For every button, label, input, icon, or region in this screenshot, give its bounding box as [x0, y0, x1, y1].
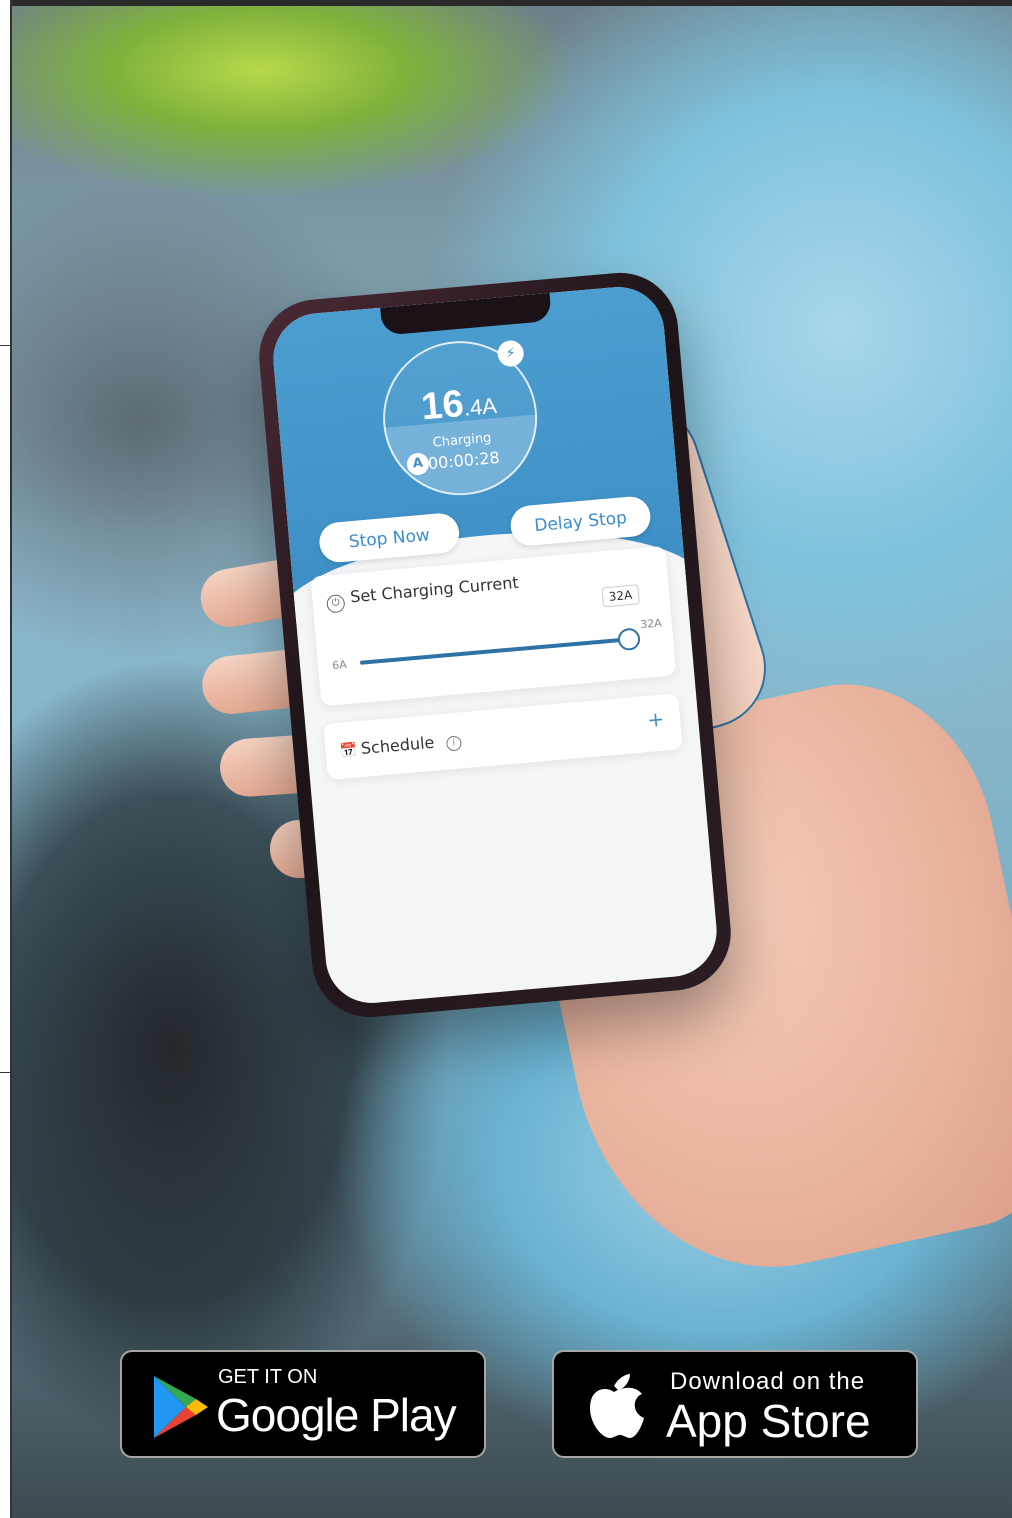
- charging-current-title-text: Set Charging Current: [349, 572, 520, 607]
- slider-max-label: 32A: [639, 616, 663, 632]
- frame-tick-lower: [0, 1072, 12, 1073]
- schedule-title: 📅 Schedule i: [339, 730, 463, 761]
- google-play-badge[interactable]: GET IT ON Google Play: [120, 1350, 486, 1458]
- google-play-pre: GET IT ON: [218, 1366, 318, 1388]
- slider-min-label: 6A: [331, 658, 348, 673]
- charging-gauge: ⚡ 16.4A Charging 00:00:28 A: [376, 334, 544, 502]
- google-play-main: Google Play: [216, 1389, 457, 1441]
- power-icon: ⏻: [326, 593, 346, 614]
- app-store-main: App Store: [666, 1395, 871, 1447]
- calendar-clock-icon: 📅: [339, 742, 358, 760]
- frame-left-border: [0, 0, 12, 1518]
- schedule-title-text: Schedule: [360, 732, 436, 759]
- plus-icon[interactable]: +: [646, 707, 665, 732]
- phone: ⚡ 16.4A Charging 00:00:28 A Stop Now Del…: [254, 268, 736, 1022]
- schedule-card[interactable]: 📅 Schedule i +: [323, 693, 683, 781]
- info-icon[interactable]: i: [445, 735, 463, 752]
- charging-current-slider[interactable]: [359, 627, 641, 665]
- app-store-pre: Download on the: [670, 1368, 866, 1395]
- frame-tick-upper: [0, 345, 12, 346]
- ev-plug-icon[interactable]: ⚡: [496, 339, 525, 368]
- google-play-icon: [154, 1376, 208, 1438]
- current-value: 16: [419, 382, 466, 429]
- slider-fill: [359, 637, 630, 665]
- frame-top-border: [0, 0, 1012, 6]
- charging-current-readout: 16.4A: [382, 377, 535, 433]
- slider-value-tooltip: 32A: [600, 584, 640, 608]
- photo-background: ⚡ 16.4A Charging 00:00:28 A Stop Now Del…: [0, 0, 1012, 1518]
- app-store-badge[interactable]: Download on the App Store: [552, 1350, 918, 1458]
- current-unit: .4A: [462, 392, 498, 421]
- slider-thumb[interactable]: [617, 627, 641, 652]
- phone-screen: ⚡ 16.4A Charging 00:00:28 A Stop Now Del…: [269, 283, 721, 1007]
- charging-current-title: ⏻ Set Charging Current: [326, 573, 520, 614]
- apple-icon: [590, 1374, 644, 1438]
